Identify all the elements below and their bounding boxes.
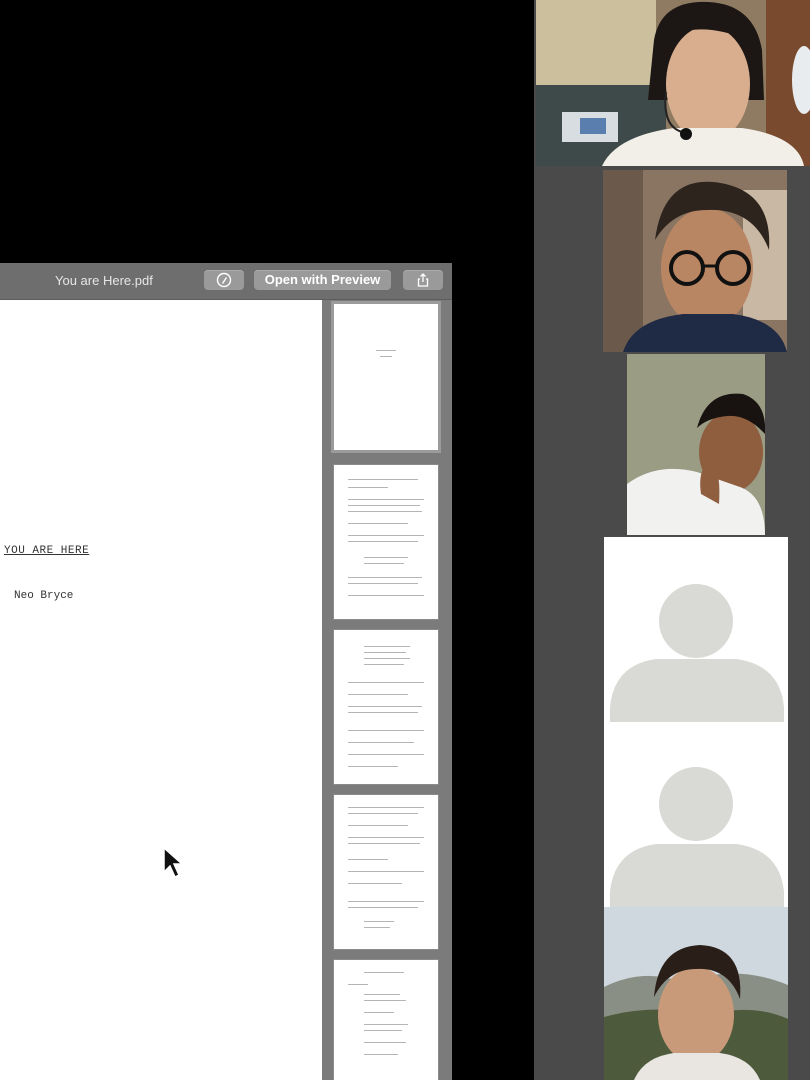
share-button[interactable]: [403, 270, 443, 290]
page-thumbnail[interactable]: [334, 795, 438, 949]
participant-video-feed: [604, 907, 788, 1080]
participant-video-tile[interactable]: [627, 354, 765, 535]
page-thumbnail[interactable]: [334, 465, 438, 619]
pdf-toolbar: You are Here.pdf Open with Preview: [0, 263, 452, 300]
document-author: Neo Bryce: [14, 590, 74, 602]
default-avatar-icon: [610, 584, 784, 722]
markup-icon: [216, 272, 232, 288]
pdf-filename: You are Here.pdf: [55, 273, 153, 288]
participant-video-feed: [536, 0, 810, 166]
pdf-page-view[interactable]: YOU ARE HERE Neo Bryce: [0, 300, 322, 1080]
open-with-preview-button[interactable]: Open with Preview: [254, 270, 391, 290]
page-thumbnail[interactable]: [334, 630, 438, 784]
mouse-pointer-icon: [163, 846, 184, 879]
document-title: YOU ARE HERE: [4, 545, 90, 557]
share-icon: [417, 273, 429, 287]
default-avatar-icon: [610, 767, 784, 907]
participant-video-feed: [603, 170, 787, 352]
participant-avatar-tile[interactable]: [604, 537, 788, 722]
participant-video-tile[interactable]: [536, 0, 810, 166]
participant-video-tile[interactable]: [604, 907, 788, 1080]
page-thumbnail[interactable]: [334, 304, 438, 450]
participant-video-tile[interactable]: [603, 170, 787, 352]
page-thumbnails-sidebar[interactable]: [322, 300, 452, 1080]
markup-button[interactable]: [204, 270, 244, 290]
pdf-quicklook-window: You are Here.pdf Open with Preview YOU A…: [0, 263, 452, 1080]
participant-video-feed: [627, 354, 765, 535]
page-thumbnail[interactable]: [334, 960, 438, 1080]
participant-avatar-tile[interactable]: [604, 722, 788, 907]
